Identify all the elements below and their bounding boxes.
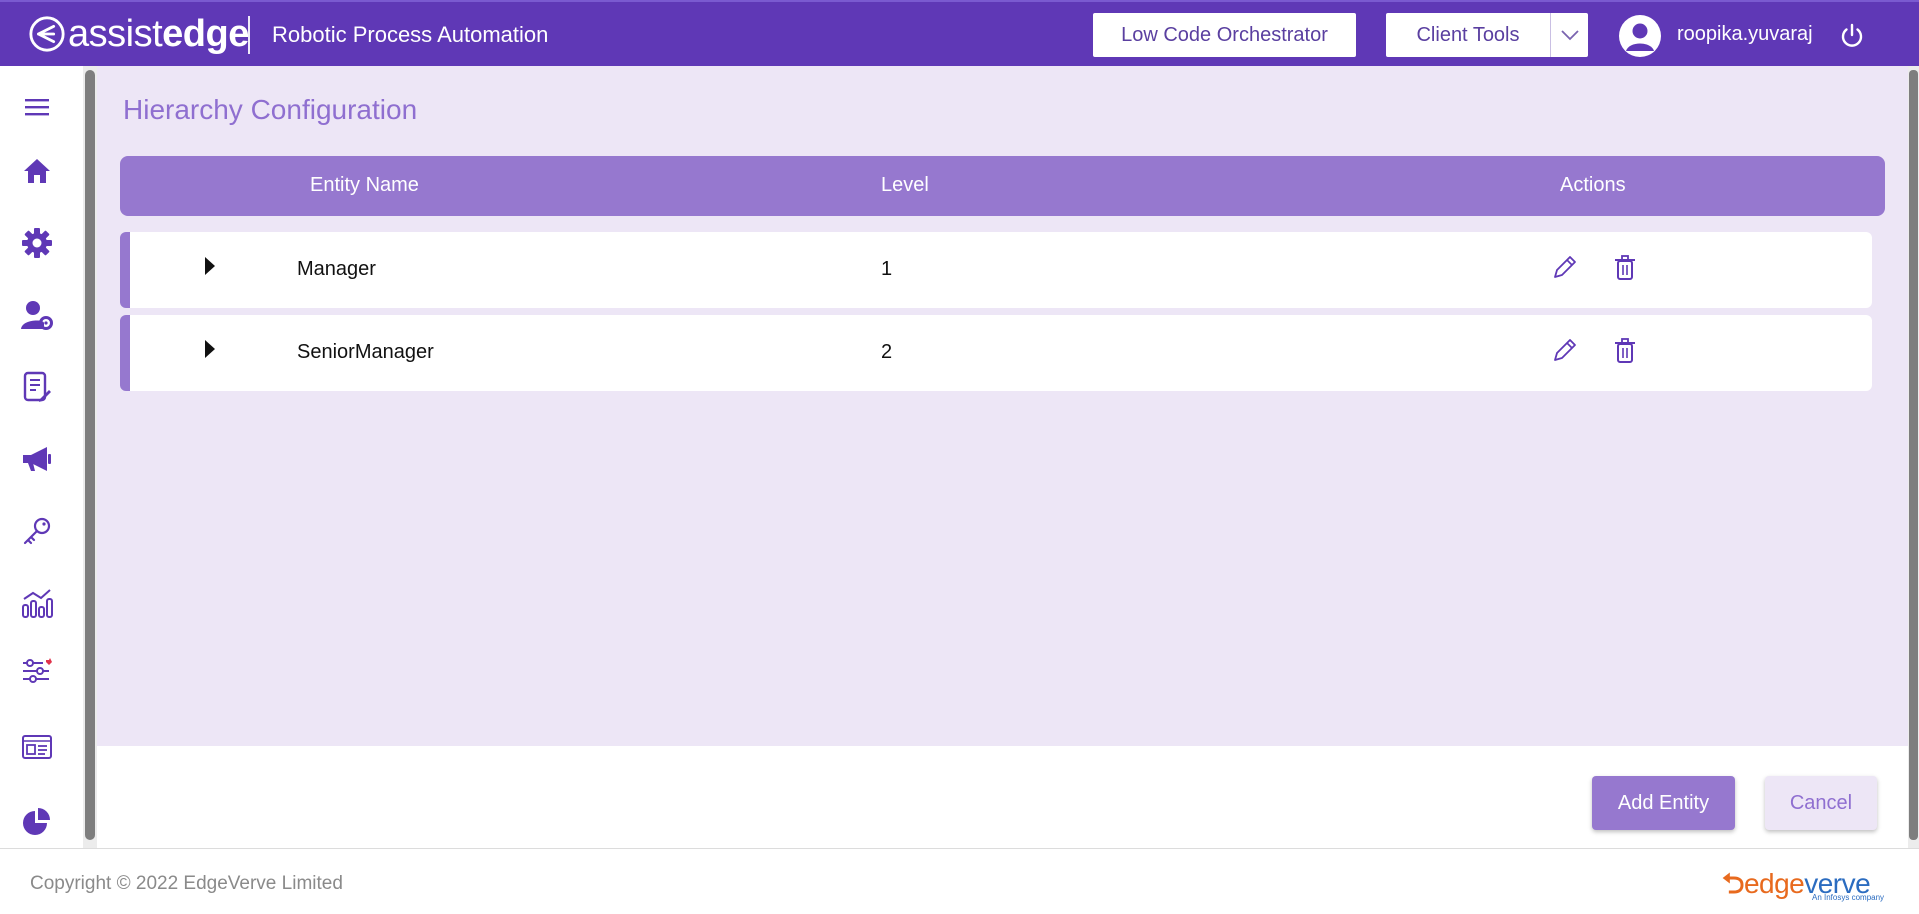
edit-icon[interactable] [1550,335,1578,365]
expand-row-icon[interactable] [202,337,218,361]
logo-text-light: assist [68,13,163,55]
page-title: Hierarchy Configuration [123,94,418,125]
home-icon[interactable] [20,154,54,188]
edit-icon[interactable] [1550,252,1578,282]
gear-icon[interactable] [20,226,54,260]
document-edit-icon[interactable] [20,370,54,404]
action-bar: Add Entity Cancel [97,746,1908,848]
sidebar-scrollbar[interactable] [83,66,97,848]
logo-text: assistedge [68,15,249,53]
edgeverve-logo-icon: ⮌ [1722,868,1744,899]
entity-name: SeniorManager [297,341,434,363]
edgeverve-wordmark: ⮌edgeverve [1722,863,1871,911]
copyright-text: Copyright © 2022 EdgeVerve Limited [30,873,343,894]
cancel-button[interactable]: Cancel [1765,776,1877,830]
main-content: Hierarchy Configuration Entity Name Leve… [97,66,1908,746]
delete-icon[interactable] [1611,252,1639,282]
column-header-level: Level [881,174,929,196]
top-bar: assistedge Robotic Process Automation Lo… [0,0,1919,66]
key-icon[interactable] [20,514,54,548]
main-scrollbar-thumb[interactable] [1909,70,1918,840]
delete-icon[interactable] [1611,335,1639,365]
entity-level: 1 [881,258,893,280]
entity-level: 2 [881,341,893,363]
user-settings-icon[interactable] [20,298,54,332]
client-tools-label[interactable]: Client Tools [1386,13,1550,57]
add-entity-button[interactable]: Add Entity [1592,776,1735,830]
table-header: Entity Name Level Actions [120,156,1885,216]
edgeverve-logo: ⮌edgeverve An Infosys company [1722,863,1890,903]
assistedge-logo-icon [29,16,65,52]
left-sidebar [0,66,83,848]
menu-icon[interactable] [20,90,54,124]
table-row[interactable]: SeniorManager 2 [120,315,1872,391]
column-header-entity-name: Entity Name [310,174,419,196]
brand-tagline: An Infosys company [1812,893,1885,902]
pie-chart-icon[interactable] [20,804,54,838]
header-divider [248,16,250,54]
main-scrollbar[interactable] [1908,66,1919,848]
footer: Copyright © 2022 EdgeVerve Limited ⮌edge… [0,848,1919,914]
brand-edge: edge [1743,868,1805,899]
chevron-down-icon[interactable] [1550,13,1588,57]
product-name: Robotic Process Automation [272,22,549,47]
column-header-actions: Actions [1560,174,1626,196]
user-avatar-icon[interactable] [1619,15,1661,57]
filters-icon[interactable] [20,654,54,688]
analytics-icon[interactable] [20,586,54,620]
megaphone-icon[interactable] [20,442,54,476]
entity-name: Manager [297,258,376,280]
table-row[interactable]: Manager 1 [120,232,1872,308]
expand-row-icon[interactable] [202,254,218,278]
low-code-orchestrator-button[interactable]: Low Code Orchestrator [1093,13,1356,57]
assistedge-logo[interactable]: assistedge [28,14,249,54]
power-icon[interactable] [1838,22,1866,50]
username[interactable]: roopika.yuvaraj [1677,23,1813,46]
id-card-icon[interactable] [20,730,54,764]
client-tools-dropdown[interactable]: Client Tools [1386,13,1588,57]
logo-text-bold: edge [162,13,249,55]
sidebar-scrollbar-thumb[interactable] [85,70,95,840]
